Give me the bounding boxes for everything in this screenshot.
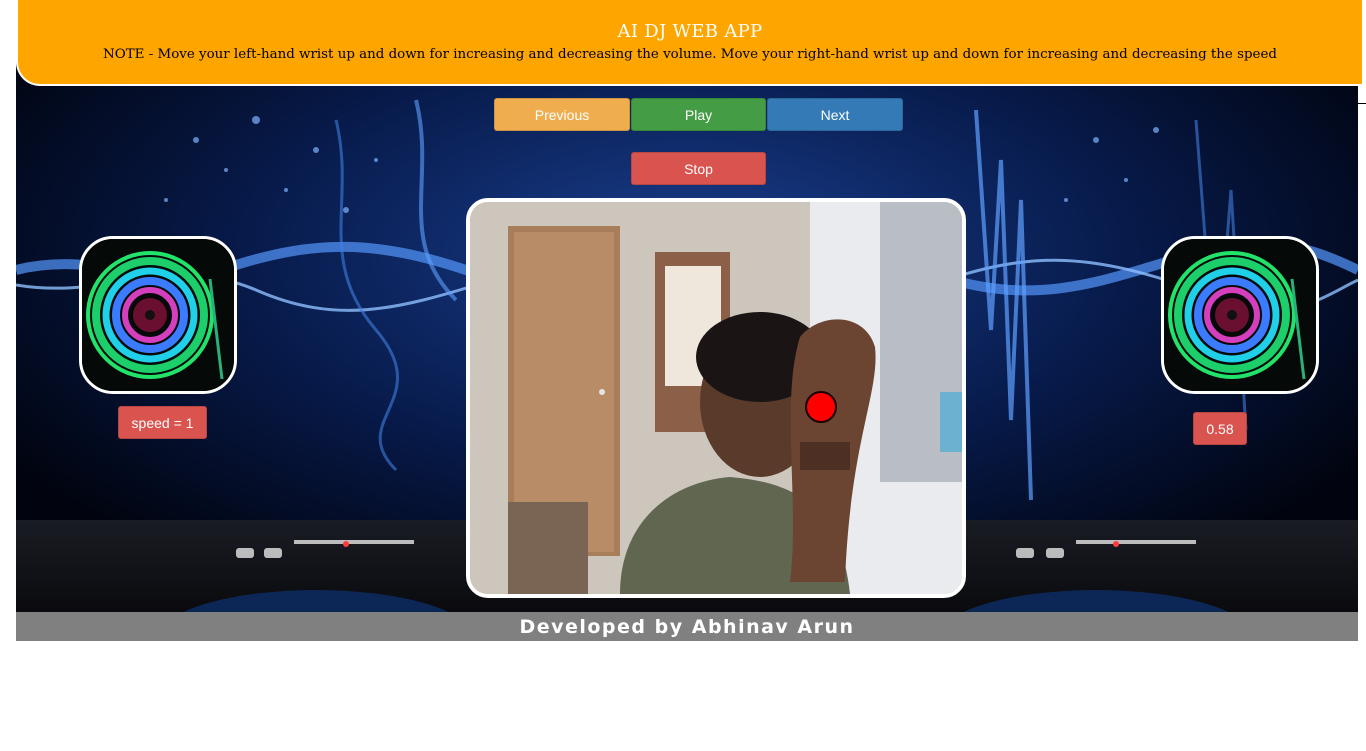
app-header: AI DJ WEB APP NOTE - Move your left-hand… [16, 0, 1362, 86]
webcam-feed [466, 198, 966, 598]
app-title: AI DJ WEB APP [617, 21, 763, 42]
footer-bar: Developed by Abhinav Arun [16, 612, 1358, 641]
volume-status-badge: 0.58 [1193, 412, 1247, 445]
webcam-video-frame [470, 202, 962, 594]
next-button[interactable]: Next [767, 98, 903, 131]
dj-turntable-disc-icon [1161, 236, 1319, 394]
developer-credit: Developed by Abhinav Arun [519, 616, 855, 638]
play-button[interactable]: Play [631, 98, 766, 131]
stop-button[interactable]: Stop [631, 152, 766, 185]
previous-button[interactable]: Previous [494, 98, 630, 131]
instructions-note: NOTE - Move your left-hand wrist up and … [103, 47, 1277, 62]
speed-status-badge: speed = 1 [118, 406, 207, 439]
edge-divider [1358, 103, 1366, 104]
dj-turntable-disc-icon [79, 236, 237, 394]
